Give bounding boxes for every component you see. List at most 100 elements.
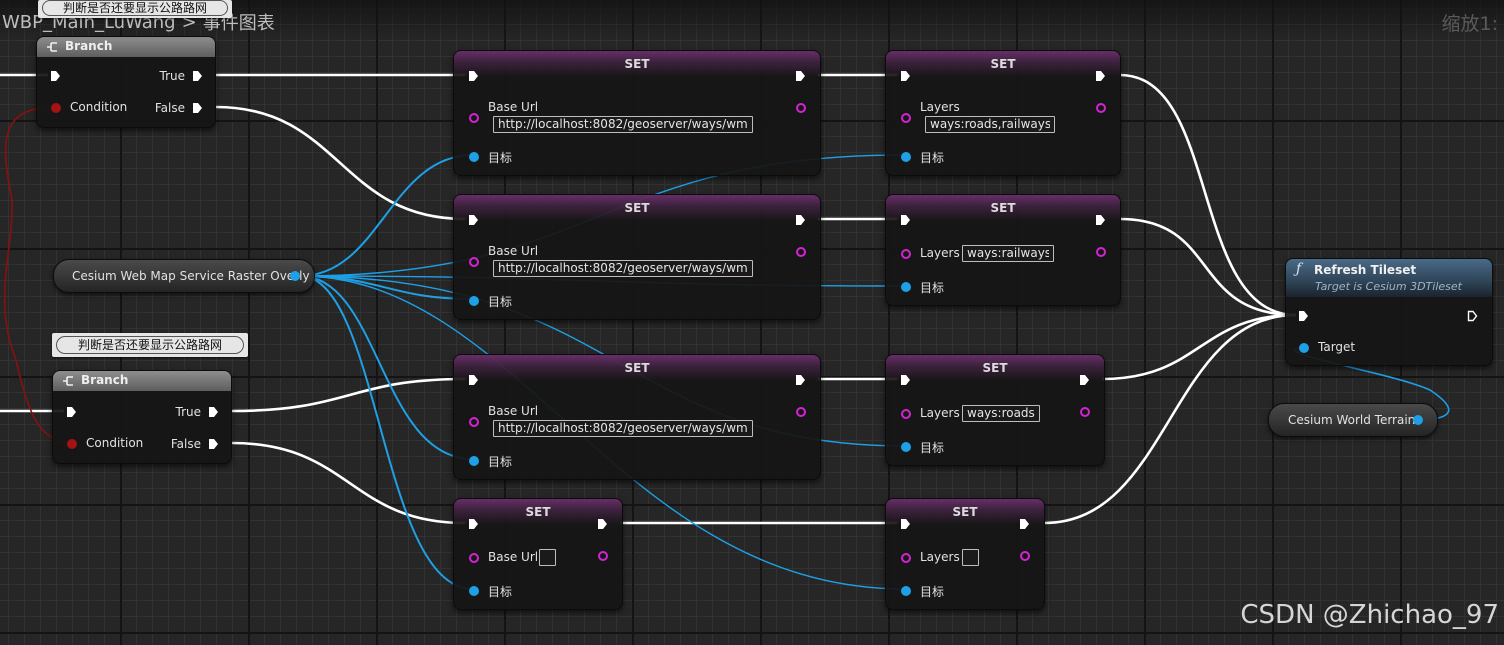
set-base-url-node-2[interactable]: SET Base Url 目标 [453, 194, 821, 320]
node-subtitle: Target is Cesium 3DTileset [1315, 280, 1462, 293]
object-wire [299, 275, 474, 300]
layers-label: Layers [920, 550, 960, 564]
string-in-pin[interactable] [469, 113, 479, 123]
condition-pin[interactable] [67, 439, 77, 449]
string-out-pin[interactable] [796, 247, 806, 257]
exec-in-pin[interactable] [900, 374, 911, 386]
base-url-label: Base Url [488, 244, 539, 258]
string-in-pin[interactable] [469, 553, 479, 563]
node-title: Refresh Tileset [1314, 263, 1417, 277]
comment-bubble-top[interactable]: 判断是否还要显示公路路网 [38, 0, 232, 18]
function-icon: ƒ [1296, 261, 1302, 277]
string-out-pin[interactable] [1080, 407, 1090, 417]
refresh-tileset-node[interactable]: ƒ Refresh Tileset Target is Cesium 3DTil… [1285, 258, 1493, 366]
branch-node-bottom[interactable]: Branch True Condition False [52, 370, 232, 464]
set-layers-node-2[interactable]: SET Layers 目标 [885, 194, 1121, 306]
exec-out-pin[interactable] [795, 374, 806, 386]
exec-true-pin[interactable] [192, 70, 203, 82]
exec-in-pin[interactable] [50, 70, 61, 82]
node-header: SET [454, 195, 820, 221]
string-in-pin[interactable] [901, 113, 911, 123]
set-base-url-node-3[interactable]: SET Base Url 目标 [453, 354, 821, 480]
layers-field[interactable] [962, 245, 1054, 262]
object-out-pin[interactable] [1413, 415, 1423, 425]
node-title: SET [990, 201, 1016, 215]
exec-false-pin[interactable] [192, 102, 203, 114]
target-pin[interactable] [469, 152, 479, 162]
base-url-field[interactable] [493, 260, 753, 277]
base-url-field[interactable] [539, 549, 556, 566]
wms-overlay-variable[interactable]: Cesium Web Map Service Raster Overly [53, 259, 315, 293]
exec-out-pin[interactable] [1095, 70, 1106, 82]
string-in-pin[interactable] [901, 409, 911, 419]
node-title: SET [982, 361, 1008, 375]
exec-out-pin[interactable] [1467, 310, 1478, 322]
string-out-pin[interactable] [1096, 103, 1106, 113]
target-pin[interactable] [469, 456, 479, 466]
string-out-pin[interactable] [796, 103, 806, 113]
exec-in-pin[interactable] [66, 406, 77, 418]
string-in-pin[interactable] [901, 249, 911, 259]
string-out-pin[interactable] [1096, 247, 1106, 257]
object-out-pin[interactable] [290, 271, 300, 281]
target-pin[interactable] [469, 586, 479, 596]
exec-false-pin[interactable] [208, 438, 219, 450]
layers-field[interactable] [925, 116, 1055, 133]
branch-node-top[interactable]: Branch True Condition False [36, 36, 216, 128]
string-out-pin[interactable] [598, 551, 608, 561]
exec-out-pin[interactable] [1095, 214, 1106, 226]
true-label: True [159, 69, 186, 83]
exec-in-pin[interactable] [468, 70, 479, 82]
node-header: SET [454, 355, 820, 381]
variable-label: Cesium Web Map Service Raster Overly [72, 269, 310, 283]
exec-in-pin[interactable] [468, 374, 479, 386]
target-pin[interactable] [901, 152, 911, 162]
exec-wire [231, 441, 466, 525]
world-terrain-variable[interactable]: Cesium World Terrain [1268, 403, 1438, 437]
exec-in-pin[interactable] [900, 70, 911, 82]
exec-out-pin[interactable] [795, 214, 806, 226]
set-base-url-node-4[interactable]: SET Base Url 目标 [453, 498, 623, 610]
set-layers-node-4[interactable]: SET Layers 目标 [885, 498, 1045, 610]
exec-in-pin[interactable] [468, 214, 479, 226]
target-label: 目标 [920, 441, 945, 455]
exec-in-pin[interactable] [900, 214, 911, 226]
target-pin[interactable] [901, 442, 911, 452]
layers-field[interactable] [962, 549, 979, 566]
comment-bubble-middle[interactable]: 判断是否还要显示公路路网 [52, 333, 248, 357]
string-in-pin[interactable] [469, 257, 479, 267]
exec-wire [1119, 73, 1297, 317]
set-base-url-node-1[interactable]: SET Base Url 目标 [453, 50, 821, 176]
node-header: Branch [53, 371, 231, 391]
object-wire [299, 154, 474, 277]
exec-true-pin[interactable] [208, 406, 219, 418]
string-out-pin[interactable] [796, 407, 806, 417]
layers-field[interactable] [962, 405, 1040, 422]
node-header: SET [886, 195, 1120, 221]
exec-in-pin[interactable] [468, 518, 479, 530]
layers-label: Layers [920, 406, 960, 420]
node-title: SET [624, 57, 650, 71]
base-url-field[interactable] [493, 420, 753, 437]
exec-in-pin[interactable] [900, 518, 911, 530]
string-in-pin[interactable] [901, 553, 911, 563]
target-pin[interactable] [901, 282, 911, 292]
node-header: SET [886, 355, 1104, 381]
exec-in-pin[interactable] [1298, 310, 1309, 322]
exec-out-pin[interactable] [1019, 518, 1030, 530]
node-header: ƒ Refresh Tileset Target is Cesium 3DTil… [1286, 259, 1492, 297]
string-out-pin[interactable] [1020, 551, 1030, 561]
target-pin[interactable] [469, 296, 479, 306]
set-layers-node-1[interactable]: SET Layers 目标 [885, 50, 1121, 176]
set-layers-node-3[interactable]: SET Layers 目标 [885, 354, 1105, 466]
exec-out-pin[interactable] [795, 70, 806, 82]
base-url-field[interactable] [493, 116, 753, 133]
string-in-pin[interactable] [469, 417, 479, 427]
target-pin[interactable] [1299, 343, 1309, 353]
exec-out-pin[interactable] [597, 518, 608, 530]
exec-out-pin[interactable] [1079, 374, 1090, 386]
node-title: SET [624, 361, 650, 375]
target-pin[interactable] [901, 586, 911, 596]
condition-pin[interactable] [51, 103, 61, 113]
exec-wire [1119, 217, 1297, 317]
